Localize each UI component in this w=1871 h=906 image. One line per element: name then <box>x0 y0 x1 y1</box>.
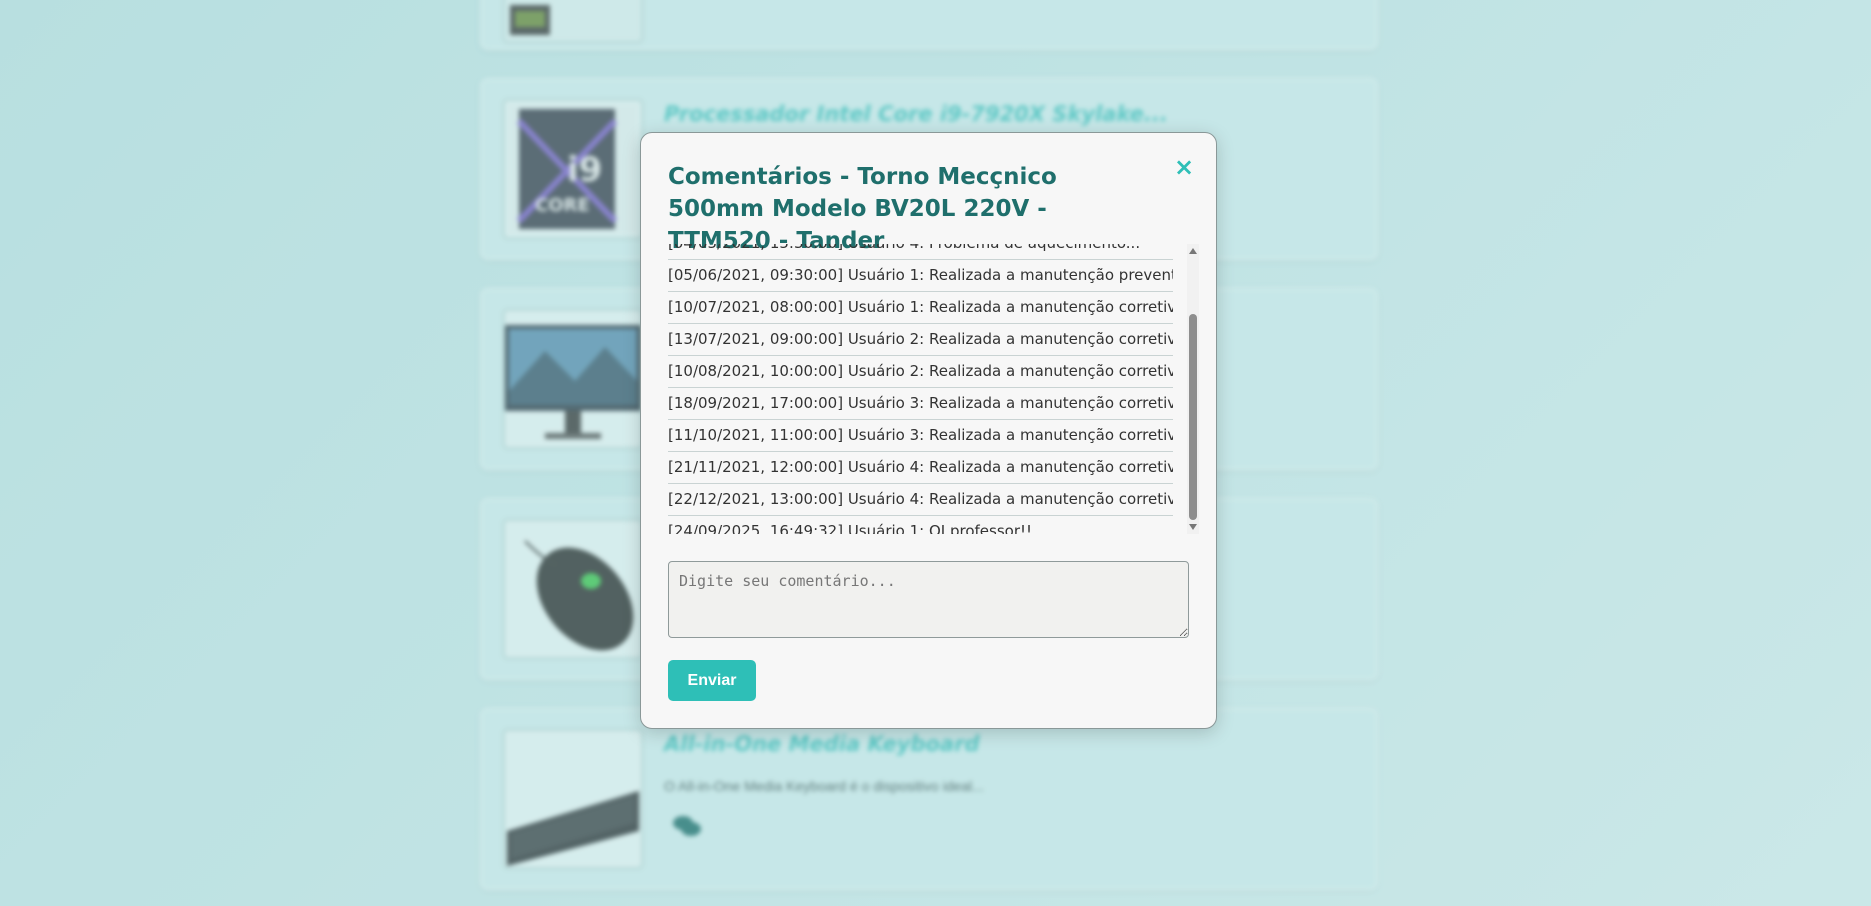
comment-item: [21/11/2021, 12:00:00] Usuário 4: Realiz… <box>668 452 1173 484</box>
comment-item: [13/07/2021, 09:00:00] Usuário 2: Realiz… <box>668 324 1173 356</box>
comment-item: [11/10/2021, 11:00:00] Usuário 3: Realiz… <box>668 420 1173 452</box>
comment-item: [22/12/2021, 13:00:00] Usuário 4: Realiz… <box>668 484 1173 516</box>
comment-item: [05/06/2021, 09:30:00] Usuário 1: Realiz… <box>668 260 1173 292</box>
comments-modal: Comentários - Torno Mecçnico 500mm Model… <box>640 132 1217 729</box>
comment-item: [10/07/2021, 08:00:00] Usuário 1: Realiz… <box>668 292 1173 324</box>
comments-list-container[interactable]: [04/05/2021, 15:30:00] Usuário 4: Proble… <box>668 244 1213 534</box>
scrollbar-thumb[interactable] <box>1189 314 1197 520</box>
send-button[interactable]: Enviar <box>668 660 756 701</box>
scrollbar[interactable] <box>1187 244 1199 534</box>
comment-item: [04/05/2021, 15:30:00] Usuário 4: Proble… <box>668 244 1173 260</box>
comment-item: [10/08/2021, 10:00:00] Usuário 2: Realiz… <box>668 356 1173 388</box>
comment-item: [24/09/2025, 16:49:32] Usuário 1: OI pro… <box>668 516 1173 534</box>
scroll-down-icon[interactable] <box>1189 524 1197 530</box>
comments-list: [04/05/2021, 15:30:00] Usuário 4: Proble… <box>668 244 1173 534</box>
scroll-up-icon[interactable] <box>1189 248 1197 254</box>
close-icon[interactable]: × <box>1172 155 1196 179</box>
comment-input[interactable] <box>668 561 1189 638</box>
comment-item: [18/09/2021, 17:00:00] Usuário 3: Realiz… <box>668 388 1173 420</box>
modal-title: Comentários - Torno Mecçnico 500mm Model… <box>668 164 1057 254</box>
